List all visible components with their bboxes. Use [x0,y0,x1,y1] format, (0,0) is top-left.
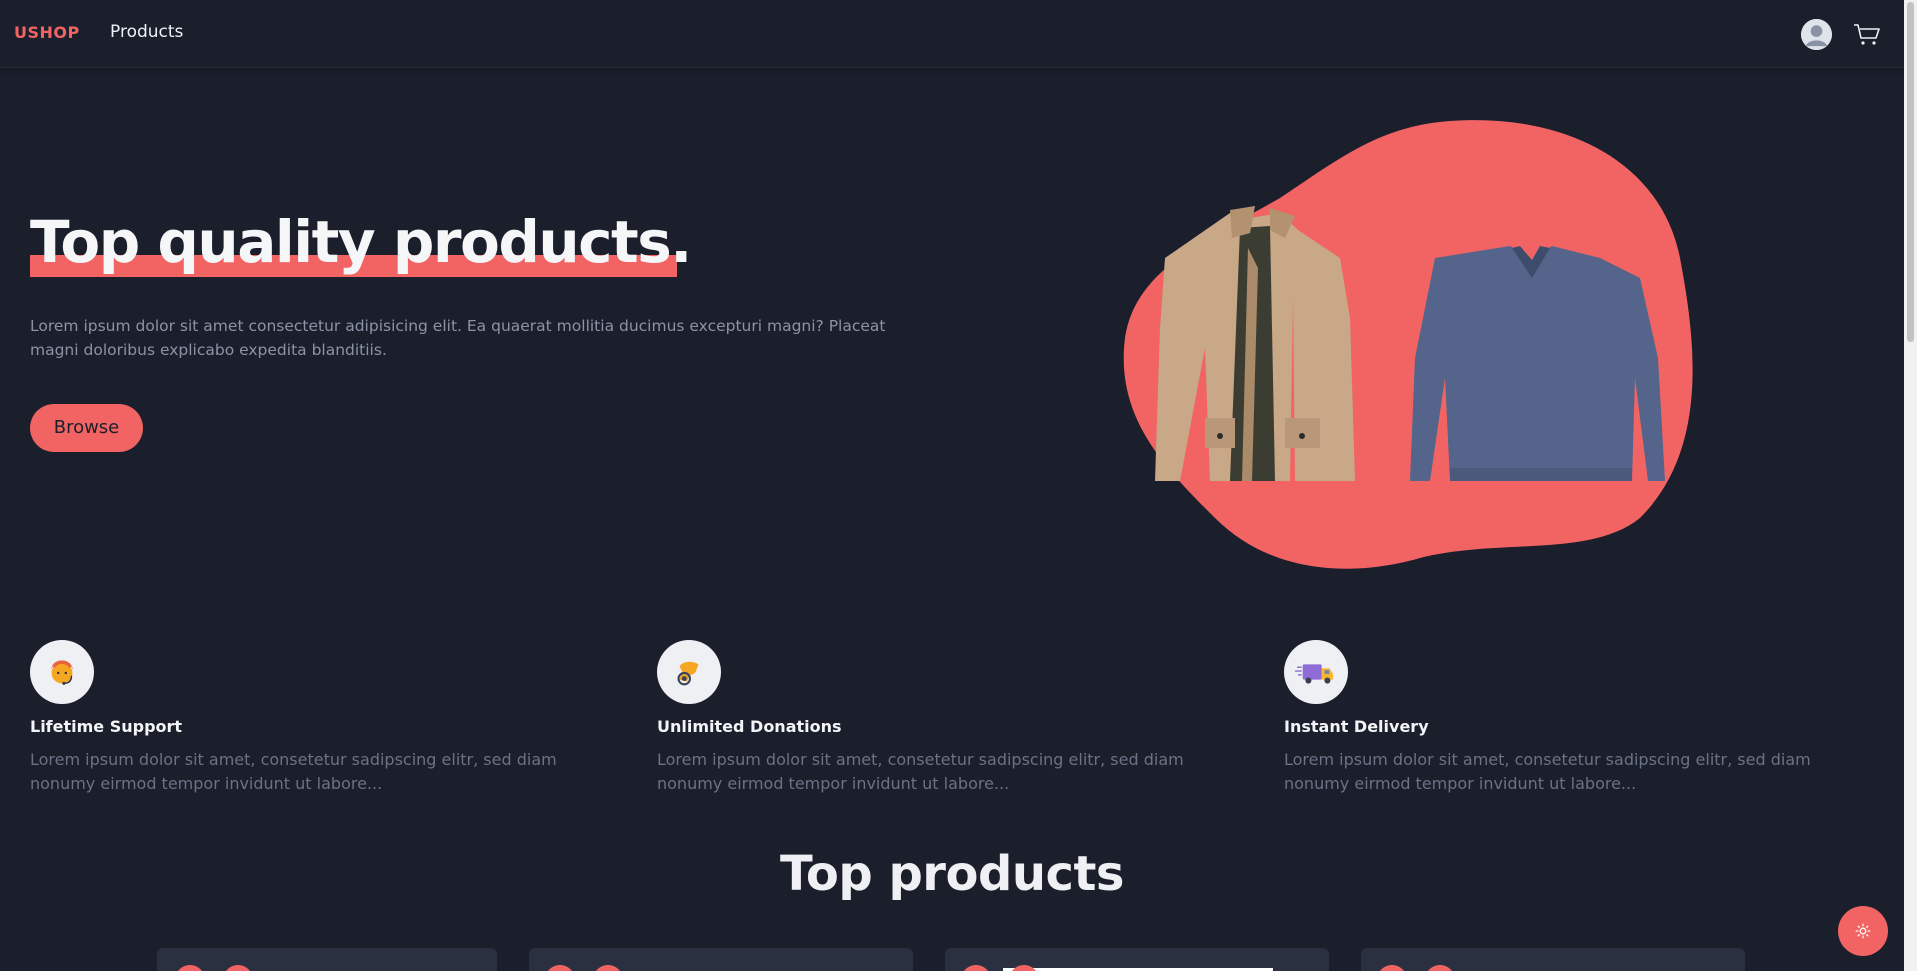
card-badge [175,965,205,971]
feature-title: Unlimited Donations [657,717,842,736]
feature-instant-delivery: Instant Delivery Lorem ipsum dolor sit a… [1284,640,1844,796]
feature-title: Lifetime Support [30,717,183,736]
feature-text: Lorem ipsum dolor sit amet, consetetur s… [657,750,1184,793]
top-products-title: Top products [780,846,1124,902]
hero-title-text: Top quality products. [30,208,692,276]
sun-icon [1855,923,1871,939]
hero-title: Top quality products. [30,205,692,279]
feature-text: Lorem ipsum dolor sit amet, consetetur s… [30,750,557,793]
product-card[interactable] [945,948,1329,971]
navbar: USHOP Products [0,0,1904,68]
donation-hand-icon [657,640,721,704]
feature-title: Instant Delivery [1284,717,1429,736]
product-card[interactable] [529,948,913,971]
card-badge [545,965,575,971]
scrollbar-thumb[interactable] [1907,2,1914,342]
hero-description: Lorem ipsum dolor sit amet consectetur a… [30,317,886,359]
feature-unlimited-donations: Unlimited Donations Lorem ipsum dolor si… [657,640,1217,796]
delivery-truck-icon [1284,640,1348,704]
card-badge [1425,965,1455,971]
hero-products-image [1123,120,1693,569]
card-badge [223,965,253,971]
card-badge [961,965,991,971]
theme-toggle-button[interactable] [1838,906,1888,956]
user-avatar-icon[interactable] [1801,19,1832,50]
card-badge [1377,965,1407,971]
product-card[interactable] [157,948,497,971]
support-agent-icon [30,640,94,704]
feature-text: Lorem ipsum dolor sit amet, consetetur s… [1284,750,1811,793]
card-badge [593,965,623,971]
nav-link-products[interactable]: Products [110,22,183,42]
brand-logo[interactable]: USHOP [14,23,80,42]
product-card[interactable] [1361,948,1745,971]
browse-button[interactable]: Browse [30,404,143,452]
shopping-cart-icon[interactable] [1852,20,1882,48]
feature-lifetime-support: Lifetime Support Lorem ipsum dolor sit a… [30,640,590,796]
page-scrollbar[interactable] [1904,0,1917,971]
